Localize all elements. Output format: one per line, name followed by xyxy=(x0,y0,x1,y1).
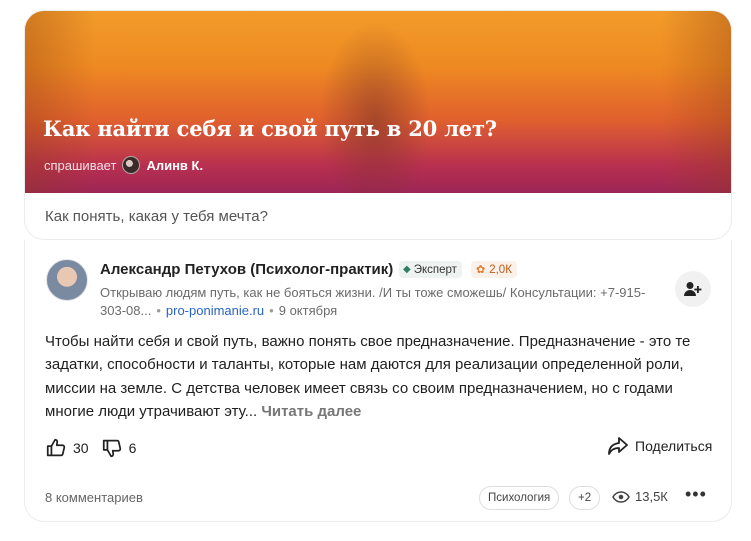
dislike-count: 6 xyxy=(128,440,137,456)
expert-badge: ◆ Эксперт xyxy=(399,261,462,278)
more-dots-icon: ••• xyxy=(685,484,707,504)
author-avatar[interactable] xyxy=(46,259,88,301)
dislike-button[interactable]: 6 xyxy=(101,437,137,459)
tag-more[interactable]: +2 xyxy=(569,486,601,510)
question-hero-image: Как найти себя и свой путь в 20 лет? спр… xyxy=(25,11,731,193)
rating-badge: ✿ 2,0К xyxy=(471,261,517,278)
views-count: 13,5К xyxy=(635,489,668,504)
gem-icon: ◆ xyxy=(403,264,411,275)
answer-date: 9 октября xyxy=(278,303,338,318)
read-more-link[interactable]: Читать далее xyxy=(261,403,361,420)
asker-label: спрашивает xyxy=(44,157,117,173)
views-counter: 13,5К xyxy=(612,489,668,504)
author-name[interactable]: Александр Петухов (Психолог-практик) xyxy=(100,261,393,278)
comments-link[interactable]: 8 комментариев xyxy=(45,490,143,505)
expert-label: Эксперт xyxy=(413,263,457,276)
answer-text: Чтобы найти себя и свой путь, важно поня… xyxy=(45,330,720,423)
author-bio: Открываю людям путь, как не бояться жизн… xyxy=(100,284,660,320)
question-title[interactable]: Как найти себя и свой путь в 20 лет? xyxy=(43,116,497,141)
share-button[interactable]: Поделиться xyxy=(608,437,712,455)
separator-dot: • xyxy=(156,303,161,318)
tag-psychology[interactable]: Психология xyxy=(479,486,560,510)
rating-value: 2,0К xyxy=(489,263,512,276)
thumb-up-icon xyxy=(46,438,66,457)
more-options-button[interactable]: ••• xyxy=(685,484,707,505)
like-button[interactable]: 30 xyxy=(45,437,89,459)
question-card: Как найти себя и свой путь в 20 лет? спр… xyxy=(24,10,732,240)
asker-avatar[interactable] xyxy=(122,156,141,174)
reaction-bar: 30 6 xyxy=(45,437,148,459)
asker-name[interactable]: Алинв К. xyxy=(146,158,203,173)
answer-card: Александр Петухов (Психолог-практик) ◆ Э… xyxy=(24,240,732,522)
separator-dot: • xyxy=(269,303,274,318)
asker-row: спрашивает Алинв К. xyxy=(44,156,203,174)
share-label: Поделиться xyxy=(635,438,713,454)
author-site-link[interactable]: pro-ponimanie.ru xyxy=(166,303,264,318)
flower-icon: ✿ xyxy=(476,264,486,276)
share-icon xyxy=(608,437,628,455)
eye-icon xyxy=(612,490,630,503)
like-count: 30 xyxy=(73,440,89,456)
add-user-icon xyxy=(684,282,702,296)
follow-button[interactable] xyxy=(675,271,711,307)
thumb-down-icon xyxy=(102,439,121,458)
answer-body: Чтобы найти себя и свой путь, важно поня… xyxy=(45,333,691,420)
question-text: Как понять, какая у тебя мечта? xyxy=(45,208,268,225)
